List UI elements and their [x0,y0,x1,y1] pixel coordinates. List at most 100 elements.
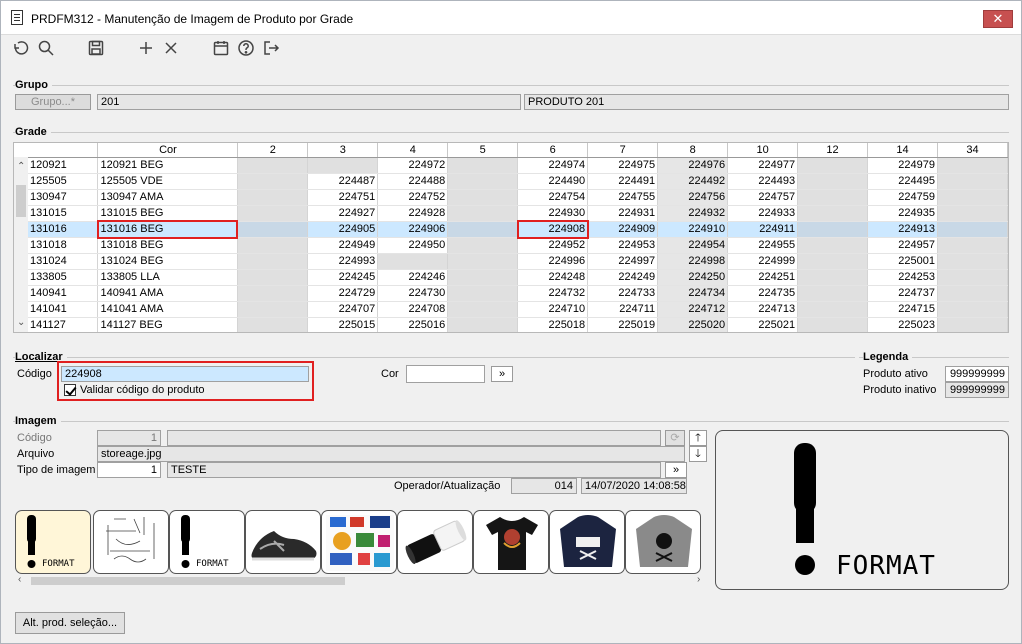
thumb-scroll-left-icon[interactable]: ‹ [18,574,21,585]
table-cell[interactable]: 224993 [307,253,379,270]
table-cell[interactable]: 224955 [727,237,799,254]
vertical-scrollbar[interactable]: ⌃ ⌄ [14,157,28,332]
table-row[interactable]: 131015 131015 BEG 224927 224928 224930 224931… [28,205,1008,222]
table-cell[interactable]: 224910 [657,221,729,238]
column-header[interactable]: 8 [657,143,729,158]
table-row[interactable]: 120921 120921 BEG 224972 224974 224975 224976… [28,157,1008,174]
table-cell[interactable]: 131015 [28,205,99,222]
table-cell[interactable]: 224935 [867,205,938,222]
table-cell[interactable] [447,237,519,254]
table-cell[interactable] [937,301,1008,318]
table-cell[interactable]: 224905 [307,221,379,238]
table-cell[interactable] [237,221,309,238]
table-cell[interactable]: 225019 [587,317,659,332]
table-cell[interactable]: 224928 [377,205,449,222]
table-cell[interactable]: 224492 [657,173,729,190]
grade-table[interactable]: ⌃ ⌄ Cor 2 3 4 5 6 7 8 10 12 14 34 120921 120921 BEG 2… [13,142,1009,333]
table-cell[interactable]: 225020 [657,317,729,332]
table-cell[interactable]: 224977 [727,157,799,174]
table-cell[interactable]: 131024 [28,253,99,270]
table-cell[interactable]: 130947 [28,189,99,206]
table-cell[interactable]: 131024 BEG [97,253,239,270]
table-cell[interactable]: 225001 [867,253,938,270]
tipo-imagem-search-button[interactable]: » [665,462,687,478]
column-header[interactable]: 3 [307,143,379,158]
calendar-icon[interactable] [212,39,230,57]
table-cell[interactable] [797,237,869,254]
table-cell[interactable]: 225015 [307,317,379,332]
column-header[interactable]: 6 [517,143,589,158]
thumbnail-format-1[interactable]: FORMAT [15,510,91,574]
grupo-code-field[interactable]: 201 [97,94,521,110]
table-cell[interactable]: 141127 [28,317,99,332]
table-cell[interactable] [797,317,869,332]
thumbnail-sneaker[interactable] [245,510,321,574]
table-cell[interactable]: 224732 [517,285,589,302]
table-cell[interactable]: 225018 [517,317,589,332]
table-cell[interactable]: 140941 [28,285,99,302]
table-row[interactable]: 130947 130947 AMA 224751 224752 224754 224755… [28,189,1008,206]
table-cell[interactable]: 224493 [727,173,799,190]
table-cell[interactable] [447,317,519,332]
table-cell[interactable]: 224927 [307,205,379,222]
table-cell[interactable]: 224751 [307,189,379,206]
table-row[interactable]: 131024 131024 BEG 224993 224996 224997 224998… [28,253,1008,270]
grupo-button[interactable]: Grupo...* [15,94,91,110]
table-cell[interactable] [937,317,1008,332]
move-down-icon[interactable]: 🡓 [689,446,707,462]
table-cell[interactable]: 224730 [377,285,449,302]
table-cell[interactable]: 224708 [377,301,449,318]
table-cell[interactable]: 224248 [517,269,589,286]
table-cell[interactable]: 224979 [867,157,938,174]
table-cell[interactable] [447,205,519,222]
table-cell[interactable] [237,173,309,190]
table-cell[interactable] [797,173,869,190]
cor-search-input[interactable] [406,365,485,383]
table-cell[interactable]: 224997 [587,253,659,270]
table-cell[interactable]: 131016 [28,221,99,238]
column-header[interactable]: 7 [587,143,659,158]
table-cell[interactable] [937,237,1008,254]
table-cell[interactable] [237,317,309,332]
thumbnail-sketch[interactable] [93,510,169,574]
table-cell[interactable] [797,253,869,270]
table-cell[interactable]: 224909 [587,221,659,238]
table-cell[interactable]: 224931 [587,205,659,222]
thumbnail-scrollbar[interactable]: ‹ › [15,574,709,587]
table-cell[interactable] [447,221,519,238]
table-cell[interactable]: 224246 [377,269,449,286]
table-cell[interactable]: 224733 [587,285,659,302]
table-cell[interactable]: 224974 [517,157,589,174]
table-cell[interactable]: 224755 [587,189,659,206]
arquivo-field[interactable]: storeage.jpg [97,446,685,462]
table-row[interactable]: 131018 131018 BEG 224949 224950 224952 224953… [28,237,1008,254]
table-cell[interactable] [797,269,869,286]
table-cell[interactable]: 225021 [727,317,799,332]
table-cell[interactable]: 133805 LLA [97,269,239,286]
table-cell[interactable]: 131018 [28,237,99,254]
table-cell[interactable] [237,301,309,318]
table-cell[interactable]: 131018 BEG [97,237,239,254]
table-cell[interactable] [237,253,309,270]
table-cell[interactable] [797,157,869,174]
thumbnail-thread-spools[interactable] [397,510,473,574]
column-header[interactable] [28,143,99,158]
table-cell[interactable]: 224757 [727,189,799,206]
table-cell[interactable] [937,253,1008,270]
table-cell[interactable]: 224754 [517,189,589,206]
thumbnail-format-2[interactable]: FORMAT [169,510,245,574]
undo-icon[interactable] [11,39,29,57]
delete-icon[interactable] [162,39,180,57]
table-cell[interactable]: 224490 [517,173,589,190]
table-cell[interactable]: 224250 [657,269,729,286]
table-cell[interactable]: 224491 [587,173,659,190]
table-cell[interactable]: 130947 AMA [97,189,239,206]
table-cell[interactable] [937,285,1008,302]
table-cell[interactable] [237,205,309,222]
thumb-scroll-right-icon[interactable]: › [697,574,700,585]
table-row[interactable]: 140941 140941 AMA 224729 224730 224732 224733… [28,285,1008,302]
table-cell[interactable] [237,285,309,302]
table-cell[interactable] [377,253,449,270]
thumbnail-stickers[interactable] [321,510,397,574]
table-cell[interactable]: 224711 [587,301,659,318]
